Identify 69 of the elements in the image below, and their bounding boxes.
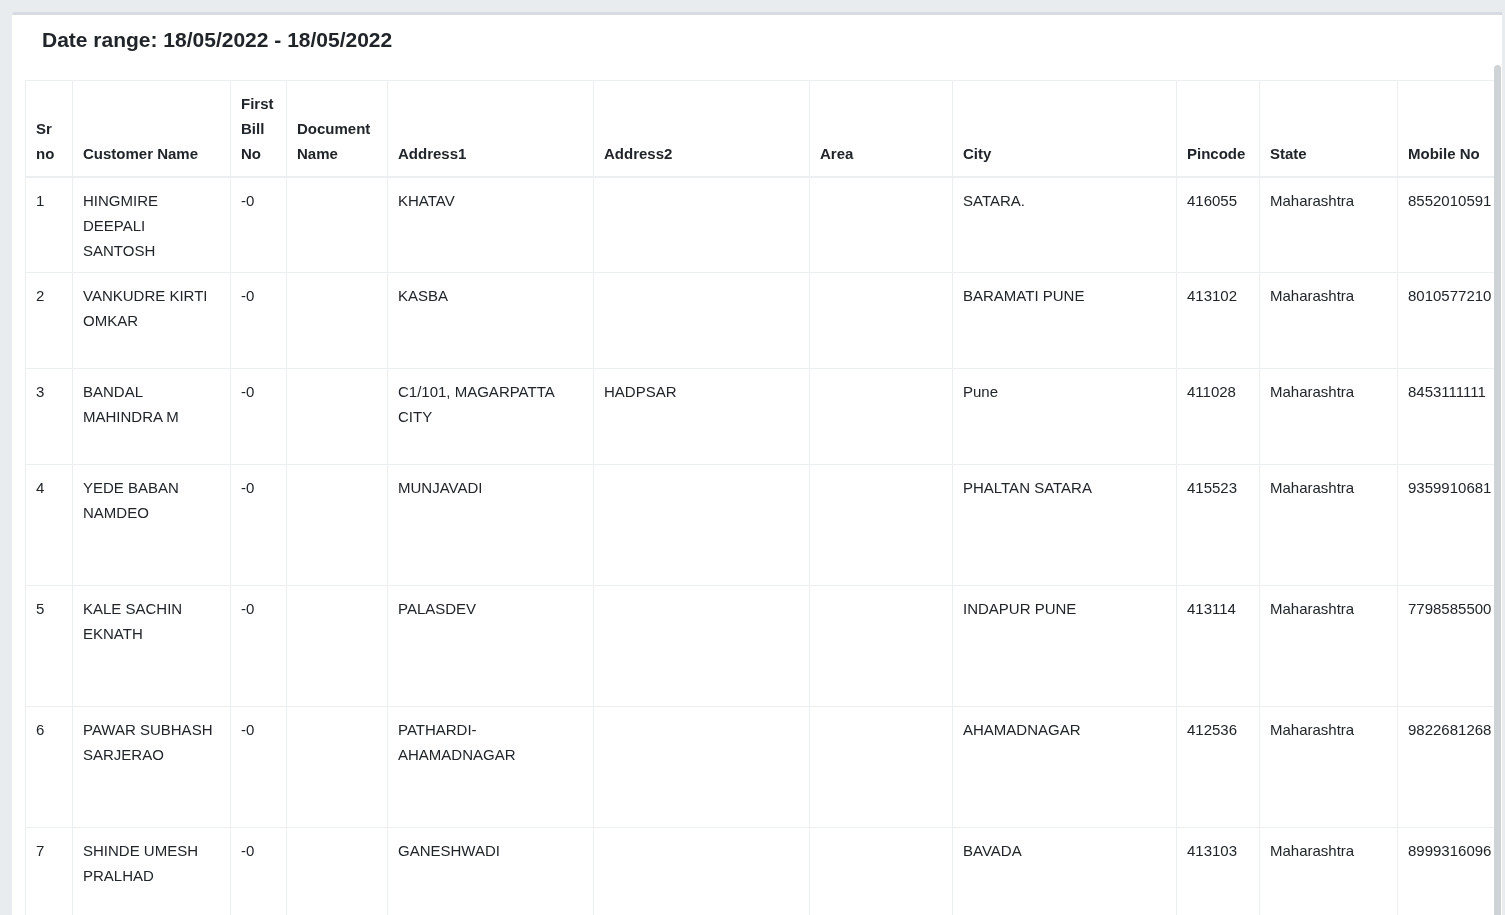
- table-cell: GANESHWADI: [398, 842, 500, 859]
- table-cell: SHINDE UMESH PRALHAD: [83, 842, 198, 884]
- table-cell: 7798585500: [1408, 600, 1492, 617]
- table-cell: KALE SACHIN EKNATH: [83, 600, 183, 642]
- table-cell: -0: [241, 479, 255, 496]
- table-cell: HINGMIRE DEEPALI SANTOSH: [83, 191, 158, 259]
- table-cell: -0: [241, 721, 255, 738]
- table-cell: -0: [241, 842, 255, 859]
- table-cell: C1/101, MAGARPATTA CITY: [398, 383, 554, 425]
- table-cell: Maharashtra: [1270, 600, 1355, 617]
- table-cell: -0: [241, 600, 255, 617]
- column-header: Pincode: [1176, 80, 1260, 177]
- table-cell: Maharashtra: [1270, 383, 1355, 400]
- table-cell: 9359910681: [1408, 479, 1492, 496]
- table-cell: 415523: [1187, 479, 1238, 496]
- table-cell: MUNJAVADI: [398, 479, 483, 496]
- table-cell: KHATAV: [398, 191, 455, 209]
- table-cell: BAVADA: [963, 842, 1022, 859]
- column-header: Address2: [593, 80, 810, 177]
- column-header: Area: [809, 80, 953, 177]
- table-cell: PALASDEV: [398, 600, 477, 617]
- table-cell: 8453111111: [1408, 383, 1486, 400]
- table-cell: YEDE BABAN NAMDEO: [83, 479, 179, 521]
- table-cell: 3: [36, 383, 45, 400]
- scrollbar[interactable]: [1494, 65, 1501, 915]
- table-cell: 413103: [1187, 842, 1238, 859]
- column-header: First Bill No: [230, 80, 287, 177]
- table-cell: 4: [36, 479, 45, 496]
- table-cell: VANKUDRE KIRTI OMKAR: [83, 287, 208, 329]
- table-cell: 8010577210: [1408, 287, 1492, 304]
- table-cell: SATARA.: [963, 191, 1025, 209]
- table-cell: AHAMADNAGAR: [963, 721, 1081, 738]
- column-header: Sr no: [25, 80, 73, 177]
- table-cell: 416055: [1187, 191, 1238, 209]
- table-cell: BANDAL MAHINDRA M: [83, 383, 179, 425]
- column-header: Address1: [387, 80, 594, 177]
- table-cell: -0: [241, 191, 255, 209]
- table-cell: 413102: [1187, 287, 1238, 304]
- table-cell: HADPSAR: [604, 383, 677, 400]
- column-header: Customer Name: [72, 80, 231, 177]
- table-cell: Maharashtra: [1270, 842, 1355, 859]
- column-header: City: [952, 80, 1177, 177]
- table-cell: Maharashtra: [1270, 287, 1355, 304]
- table-cell: 1: [36, 191, 45, 209]
- table-cell: 8999316096: [1408, 842, 1492, 859]
- table-cell: -0: [241, 383, 255, 400]
- table-cell: 413114: [1187, 600, 1236, 617]
- table-cell: PATHARDI-AHAMADNAGAR: [398, 721, 516, 763]
- column-header: State: [1259, 80, 1398, 177]
- table-cell: Maharashtra: [1270, 721, 1355, 738]
- table-cell: Maharashtra: [1270, 479, 1355, 496]
- table-cell: PHALTAN SATARA: [963, 479, 1092, 496]
- table-cell: Pune: [963, 383, 999, 400]
- table-cell: 7: [36, 842, 45, 859]
- column-header: Document Name: [286, 80, 388, 177]
- table-cell: Maharashtra: [1270, 191, 1355, 209]
- table-cell: 9822681268: [1408, 721, 1492, 738]
- table-cell: 5: [36, 600, 45, 617]
- table-cell: 411028: [1187, 383, 1236, 400]
- table-cell: 6: [36, 721, 45, 738]
- table-cell: BARAMATI PUNE: [963, 287, 1085, 304]
- date-range-heading: Date range: 18/05/2022 - 18/05/2022: [42, 27, 393, 53]
- table-cell: -0: [241, 287, 255, 304]
- table-cell: 2: [36, 287, 45, 304]
- table-cell: INDAPUR PUNE: [963, 600, 1077, 617]
- table-cell: 412536: [1187, 721, 1238, 738]
- table-cell: PAWAR SUBHASH SARJERAO: [83, 721, 213, 763]
- table-cell: 8552010591: [1408, 191, 1492, 209]
- table-cell: KASBA: [398, 287, 449, 304]
